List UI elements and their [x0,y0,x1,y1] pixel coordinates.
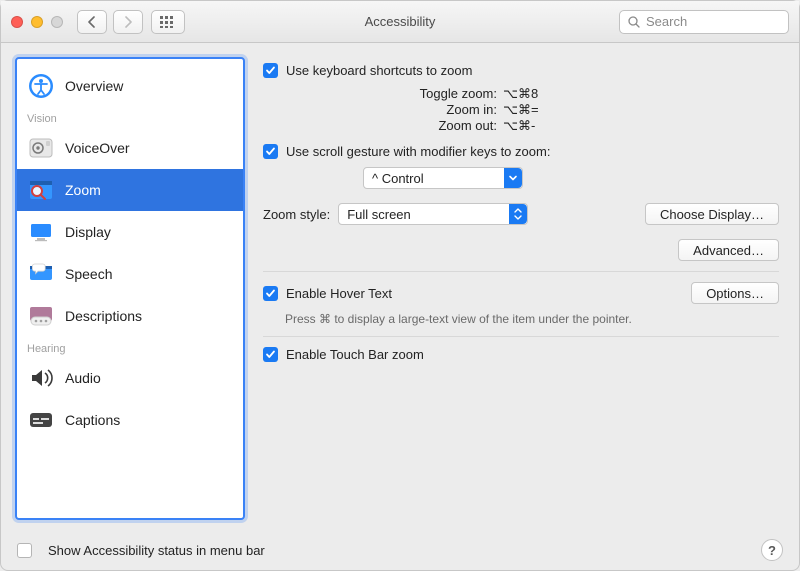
accessibility-icon [27,72,55,100]
shortcut-label: Zoom in: [263,102,503,118]
zoom-window-button[interactable] [51,16,63,28]
display-icon [27,218,55,246]
footer: Show Accessibility status in menu bar ? [1,530,799,570]
sidebar-item-audio[interactable]: Audio [17,357,243,399]
scroll-gesture-label: Use scroll gesture with modifier keys to… [286,144,550,159]
keyboard-shortcut-list: Toggle zoom:⌥⌘8 Zoom in:⌥⌘= Zoom out:⌥⌘- [263,86,779,134]
scroll-gesture-checkbox-row: Use scroll gesture with modifier keys to… [263,144,779,159]
shortcut-label: Zoom out: [263,118,503,134]
sidebar-item-label: Zoom [65,182,233,198]
hover-text-options-button[interactable]: Options… [691,282,779,304]
sidebar-category-vision: Vision [17,107,243,127]
chevron-down-icon [504,168,522,188]
separator [263,336,779,337]
modifier-key-value: ^ Control [372,171,448,186]
hover-text-hint: Press ⌘ to display a large-text view of … [285,312,779,326]
shortcut-label: Toggle zoom: [263,86,503,102]
choose-display-button[interactable]: Choose Display… [645,203,779,225]
sidebar-item-overview[interactable]: Overview [17,65,243,107]
updown-icon [509,204,527,224]
sidebar-item-label: Audio [65,370,233,386]
shortcut-value: ⌥⌘8 [503,86,538,102]
sidebar-item-zoom[interactable]: Zoom [17,169,243,211]
content: Overview Vision VoiceOver Zoom Display [1,43,799,530]
sidebar-category-hearing: Hearing [17,337,243,357]
main-panel: Use keyboard shortcuts to zoom Toggle zo… [263,57,785,520]
sidebar-item-descriptions[interactable]: Descriptions [17,295,243,337]
sidebar[interactable]: Overview Vision VoiceOver Zoom Display [15,57,245,520]
search-placeholder: Search [646,14,687,29]
advanced-button[interactable]: Advanced… [678,239,779,261]
separator [263,271,779,272]
forward-button[interactable] [113,10,143,34]
descriptions-icon [27,302,55,330]
scroll-gesture-checkbox[interactable] [263,144,278,159]
captions-icon [27,406,55,434]
shortcut-value: ⌥⌘= [503,102,539,118]
sidebar-item-captions[interactable]: Captions [17,399,243,441]
shortcut-value: ⌥⌘- [503,118,535,134]
status-in-menubar-label: Show Accessibility status in menu bar [48,543,265,558]
search-icon [628,16,640,28]
zoom-style-select[interactable]: Full screen [338,203,528,225]
zoom-style-label: Zoom style: [263,207,330,222]
help-button[interactable]: ? [761,539,783,561]
window-controls [11,16,63,28]
titlebar: Accessibility Search [1,1,799,43]
zoom-style-value: Full screen [347,207,435,222]
sidebar-item-display[interactable]: Display [17,211,243,253]
hover-text-label: Enable Hover Text [286,286,392,301]
speech-icon [27,260,55,288]
close-window-button[interactable] [11,16,23,28]
touch-bar-zoom-label: Enable Touch Bar zoom [286,347,424,362]
nav-buttons [77,10,143,34]
hover-text-checkbox[interactable] [263,286,278,301]
modifier-key-select[interactable]: ^ Control [363,167,523,189]
zoom-icon [27,176,55,204]
sidebar-item-label: Overview [65,78,233,94]
keyboard-shortcuts-label: Use keyboard shortcuts to zoom [286,63,472,78]
voiceover-icon [27,134,55,162]
sidebar-item-label: Descriptions [65,308,233,324]
status-in-menubar-checkbox[interactable] [17,543,32,558]
sidebar-item-speech[interactable]: Speech [17,253,243,295]
audio-icon [27,364,55,392]
sidebar-item-label: Display [65,224,233,240]
minimize-window-button[interactable] [31,16,43,28]
sidebar-item-label: VoiceOver [65,140,233,156]
sidebar-item-label: Captions [65,412,233,428]
show-all-button[interactable] [151,10,185,34]
sidebar-item-voiceover[interactable]: VoiceOver [17,127,243,169]
search-field[interactable]: Search [619,10,789,34]
keyboard-shortcuts-checkbox[interactable] [263,63,278,78]
sidebar-item-label: Speech [65,266,233,282]
touch-bar-zoom-checkbox[interactable] [263,347,278,362]
back-button[interactable] [77,10,107,34]
keyboard-shortcuts-checkbox-row: Use keyboard shortcuts to zoom [263,63,779,78]
